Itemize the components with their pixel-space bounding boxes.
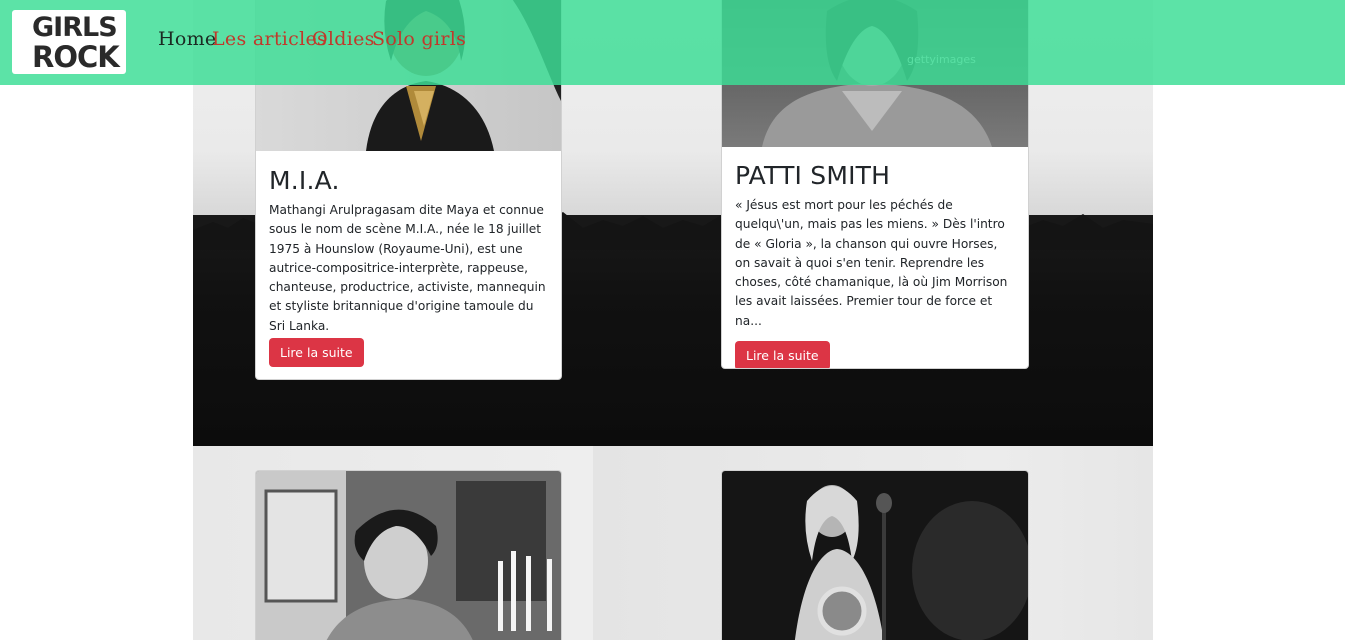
nav-les-articles[interactable]: Les articles (212, 28, 327, 50)
nav-oldies[interactable]: Oldies (312, 28, 375, 50)
article-card-4 (721, 470, 1029, 640)
hero-background: M.I.A. Mathangi Arulpragasam dite Maya e… (193, 0, 1153, 640)
logo-line-1: GIRLS (32, 12, 118, 43)
artist-photo (256, 471, 561, 640)
card-title: PATTI SMITH (735, 161, 891, 190)
card-text: « Jésus est mort pour les péchés de quel… (735, 198, 1008, 328)
read-more-button[interactable]: Lire la suite (269, 338, 364, 368)
logo-line-2: ROCK (32, 40, 120, 74)
article-card-3 (255, 470, 562, 640)
read-more-button[interactable]: Lire la suite (735, 341, 830, 368)
card-text: Mathangi Arulpragasam dite Maya et connu… (269, 203, 546, 333)
nav-home[interactable]: Home (158, 28, 216, 50)
artist-photo (722, 471, 1028, 640)
site-logo[interactable]: GIRLS ROCK (12, 10, 126, 74)
card-title: M.I.A. (269, 166, 340, 195)
top-navbar: GIRLS ROCK Home Les articles Oldies Solo… (0, 0, 1345, 85)
nav-solo-girls[interactable]: Solo girls (372, 28, 466, 50)
